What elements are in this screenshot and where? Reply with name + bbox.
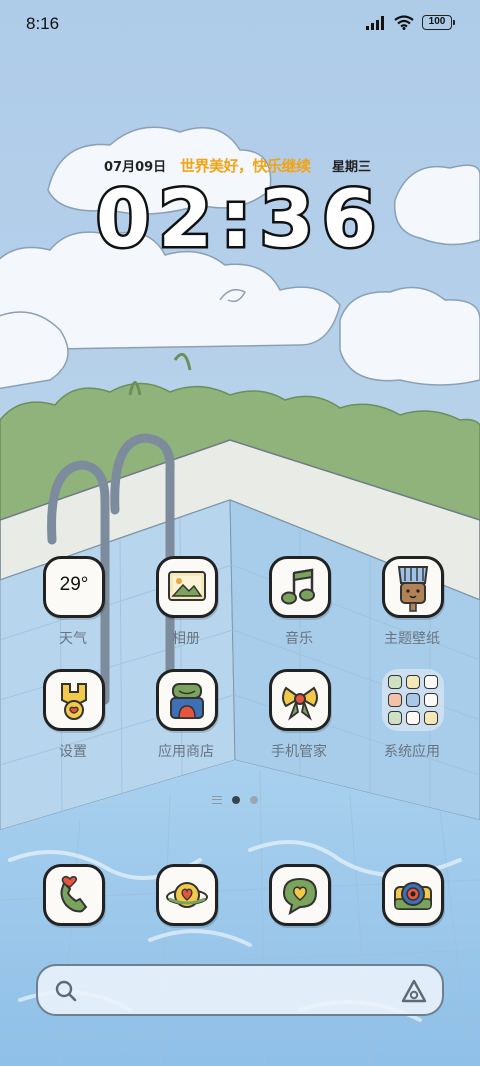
app-music[interactable]: 音乐 — [254, 556, 344, 666]
app-store-bag-icon[interactable] — [156, 669, 218, 731]
phone-icon[interactable] — [43, 864, 105, 926]
clock-time: 02:36 — [93, 175, 385, 265]
status-bar: 8:16 100 — [0, 0, 480, 52]
mini-app-icon — [388, 711, 402, 725]
app-themes[interactable]: 主题壁纸 — [367, 556, 457, 666]
weather-icon[interactable]: 29° — [43, 556, 105, 618]
clock-date: 07月09日 — [104, 160, 167, 175]
app-store[interactable]: 应用商店 — [141, 669, 231, 779]
ai-assistant-icon[interactable] — [400, 978, 428, 1004]
app-settings[interactable]: 设置 — [28, 669, 118, 779]
mini-app-icon — [424, 675, 438, 689]
app-label: 系统应用 — [384, 744, 440, 760]
app-label: 相册 — [172, 631, 200, 647]
camera-icon[interactable] — [382, 864, 444, 926]
app-label: 应用商店 — [158, 744, 214, 760]
phone-manager-bow-icon[interactable] — [269, 669, 331, 731]
clock-widget[interactable]: 07月09日 世界美好，快乐继续 星期三 02:36 — [90, 148, 390, 265]
app-label: 主题壁纸 — [384, 631, 440, 647]
app-system-folder[interactable]: 系统应用 — [367, 669, 457, 779]
mini-app-icon — [406, 693, 420, 707]
music-icon[interactable] — [269, 556, 331, 618]
signal-icon — [366, 15, 384, 30]
app-phone-manager[interactable]: 手机管家 — [254, 669, 344, 779]
mini-app-icon — [406, 675, 420, 689]
page-dot[interactable] — [250, 796, 258, 804]
clock-motto: 世界美好，快乐继续 — [180, 157, 311, 175]
settings-icon[interactable] — [43, 669, 105, 731]
mini-app-icon — [424, 693, 438, 707]
gallery-icon[interactable] — [156, 556, 218, 618]
mini-app-icon — [424, 711, 438, 725]
app-label: 音乐 — [285, 631, 313, 647]
app-label: 天气 — [59, 631, 87, 647]
battery-icon: 100 — [422, 15, 455, 30]
mini-app-icon — [406, 711, 420, 725]
dock-camera[interactable] — [367, 864, 457, 974]
app-weather[interactable]: 29° 天气 — [28, 556, 118, 666]
status-time: 8:16 — [26, 14, 60, 33]
mini-app-icon — [388, 675, 402, 689]
page-indicator[interactable] — [212, 796, 258, 804]
app-label: 设置 — [59, 744, 87, 760]
dock-messages[interactable] — [141, 864, 231, 974]
clock-weekday: 星期三 — [332, 160, 372, 175]
dock-chat[interactable] — [254, 864, 344, 974]
messages-icon[interactable] — [156, 864, 218, 926]
mini-app-icon — [388, 693, 402, 707]
app-label: 手机管家 — [271, 744, 327, 760]
folder-icon[interactable] — [382, 669, 444, 731]
chat-heart-icon[interactable] — [269, 864, 331, 926]
dock-phone[interactable] — [28, 864, 118, 974]
folder-preview-grid — [388, 675, 438, 725]
weather-temp: 29° — [59, 574, 89, 595]
wifi-icon — [394, 15, 414, 30]
status-icons: 100 — [366, 15, 455, 30]
search-icon[interactable] — [54, 979, 78, 1003]
app-gallery[interactable]: 相册 — [141, 556, 231, 666]
search-bar[interactable] — [36, 964, 444, 1016]
themes-brush-icon[interactable] — [382, 556, 444, 618]
page-dot-active[interactable] — [232, 796, 240, 804]
minus-one-screen-icon[interactable] — [212, 796, 222, 804]
